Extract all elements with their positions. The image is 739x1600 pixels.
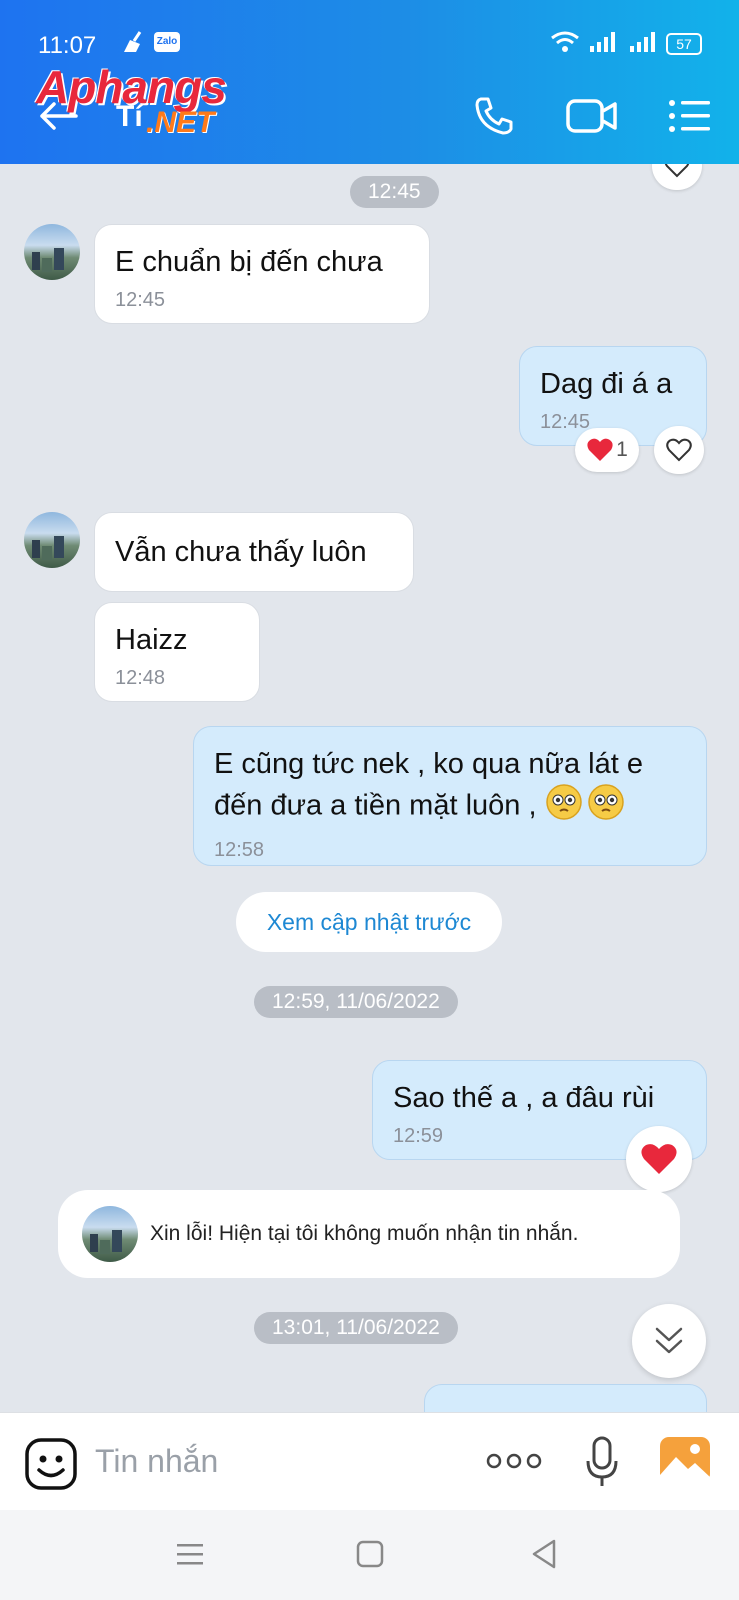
heart-outline-icon — [664, 164, 690, 178]
message-text: Dag đi á a — [540, 368, 673, 400]
auto-reply-text: Xin lỗi! Hiện tại tôi không muốn nhận ti… — [150, 1222, 579, 1245]
message-bubble-outgoing[interactable]: E cũng tức nek , ko qua nữa lát e đến đư… — [193, 726, 707, 866]
signal-icon — [588, 30, 616, 59]
flushed-emoji-icon — [545, 783, 625, 831]
message-bubble-incoming[interactable]: Haizz 12:48 — [94, 602, 260, 702]
wifi-icon — [550, 30, 580, 59]
time-divider: 12:45 — [350, 176, 439, 208]
time-divider: 12:59, 11/06/2022 — [254, 986, 458, 1018]
message-input[interactable]: Tin nhắn — [95, 1443, 218, 1480]
phone-icon — [475, 97, 513, 135]
heart-icon — [587, 438, 613, 461]
contact-avatar[interactable] — [24, 512, 80, 568]
message-text: Sao thế a , a đâu rùi — [393, 1082, 655, 1114]
zalo-icon: Zalo — [154, 32, 180, 52]
emoji-button[interactable] — [24, 1437, 78, 1491]
more-options-button[interactable] — [486, 1449, 542, 1478]
scroll-to-bottom-button[interactable] — [632, 1304, 706, 1378]
menu-icon — [177, 1544, 203, 1565]
triangle-back-icon — [532, 1539, 556, 1569]
video-call-icon — [566, 99, 617, 133]
heart-icon — [641, 1144, 677, 1174]
signal-icon-2 — [628, 30, 656, 59]
back-nav-button[interactable] — [530, 1538, 558, 1575]
reaction-summary[interactable]: 1 — [575, 428, 639, 472]
message-time: 12:48 — [115, 667, 166, 689]
call-button[interactable] — [468, 94, 520, 138]
auto-reply-notice: Xin lỗi! Hiện tại tôi không muốn nhận ti… — [58, 1190, 680, 1278]
message-bubble-outgoing[interactable] — [424, 1384, 707, 1412]
message-text-line1: E cũng tức nek , ko qua nữa lát e — [214, 748, 643, 780]
voice-record-button[interactable] — [584, 1435, 620, 1494]
message-text: Vẫn chưa thấy luôn — [115, 536, 367, 568]
time-divider: 13:01, 11/06/2022 — [254, 1312, 458, 1344]
menu-list-icon — [669, 100, 710, 132]
double-chevron-down-icon — [655, 1327, 683, 1354]
message-bubble-incoming[interactable]: E chuẩn bị đến chưa 12:45 — [94, 224, 430, 324]
message-time: 12:45 — [115, 289, 166, 311]
message-text-line2: đến đưa a tiền mặt luôn , — [214, 789, 537, 822]
smiley-sticker-icon — [25, 1438, 77, 1490]
load-previous-button[interactable]: Xem cập nhật trước — [236, 892, 502, 952]
home-button[interactable] — [356, 1540, 384, 1573]
battery-icon: 57 — [666, 33, 702, 55]
message-bubble-incoming[interactable]: Vẫn chưa thấy luôn — [94, 512, 414, 592]
status-bar: 11:07 Zalo 57 — [0, 0, 739, 66]
cleaner-icon — [120, 30, 146, 59]
message-time: 12:58 — [214, 839, 265, 861]
status-time: 11:07 — [38, 32, 97, 59]
react-button[interactable] — [654, 426, 704, 474]
system-nav-bar — [0, 1510, 739, 1600]
image-gallery-icon — [660, 1437, 710, 1483]
gallery-button[interactable] — [658, 1435, 712, 1490]
react-button[interactable] — [652, 164, 702, 190]
chat-header: 11:07 Zalo 57 Aphangs Tí .NET — [0, 0, 739, 164]
message-composer: Tin nhắn — [0, 1412, 739, 1511]
react-button[interactable] — [626, 1126, 692, 1192]
message-list[interactable]: 12:45 E chuẩn bị đến chưa 12:45 Dag đi á… — [0, 164, 739, 1412]
more-dots-icon — [486, 1453, 542, 1469]
recent-apps-button[interactable] — [176, 1542, 204, 1571]
microphone-icon — [586, 1436, 618, 1486]
chat-options-button[interactable] — [664, 94, 716, 138]
video-call-button[interactable] — [564, 94, 620, 138]
reaction-count: 1 — [616, 438, 628, 461]
contact-avatar[interactable] — [24, 224, 80, 280]
message-text: E chuẩn bị đến chưa — [115, 246, 383, 278]
contact-avatar[interactable] — [82, 1206, 138, 1262]
heart-outline-icon — [666, 438, 692, 462]
square-home-icon — [356, 1540, 384, 1568]
message-text: Haizz — [115, 624, 188, 656]
watermark-logo: Aphangs Tí .NET — [36, 61, 227, 139]
